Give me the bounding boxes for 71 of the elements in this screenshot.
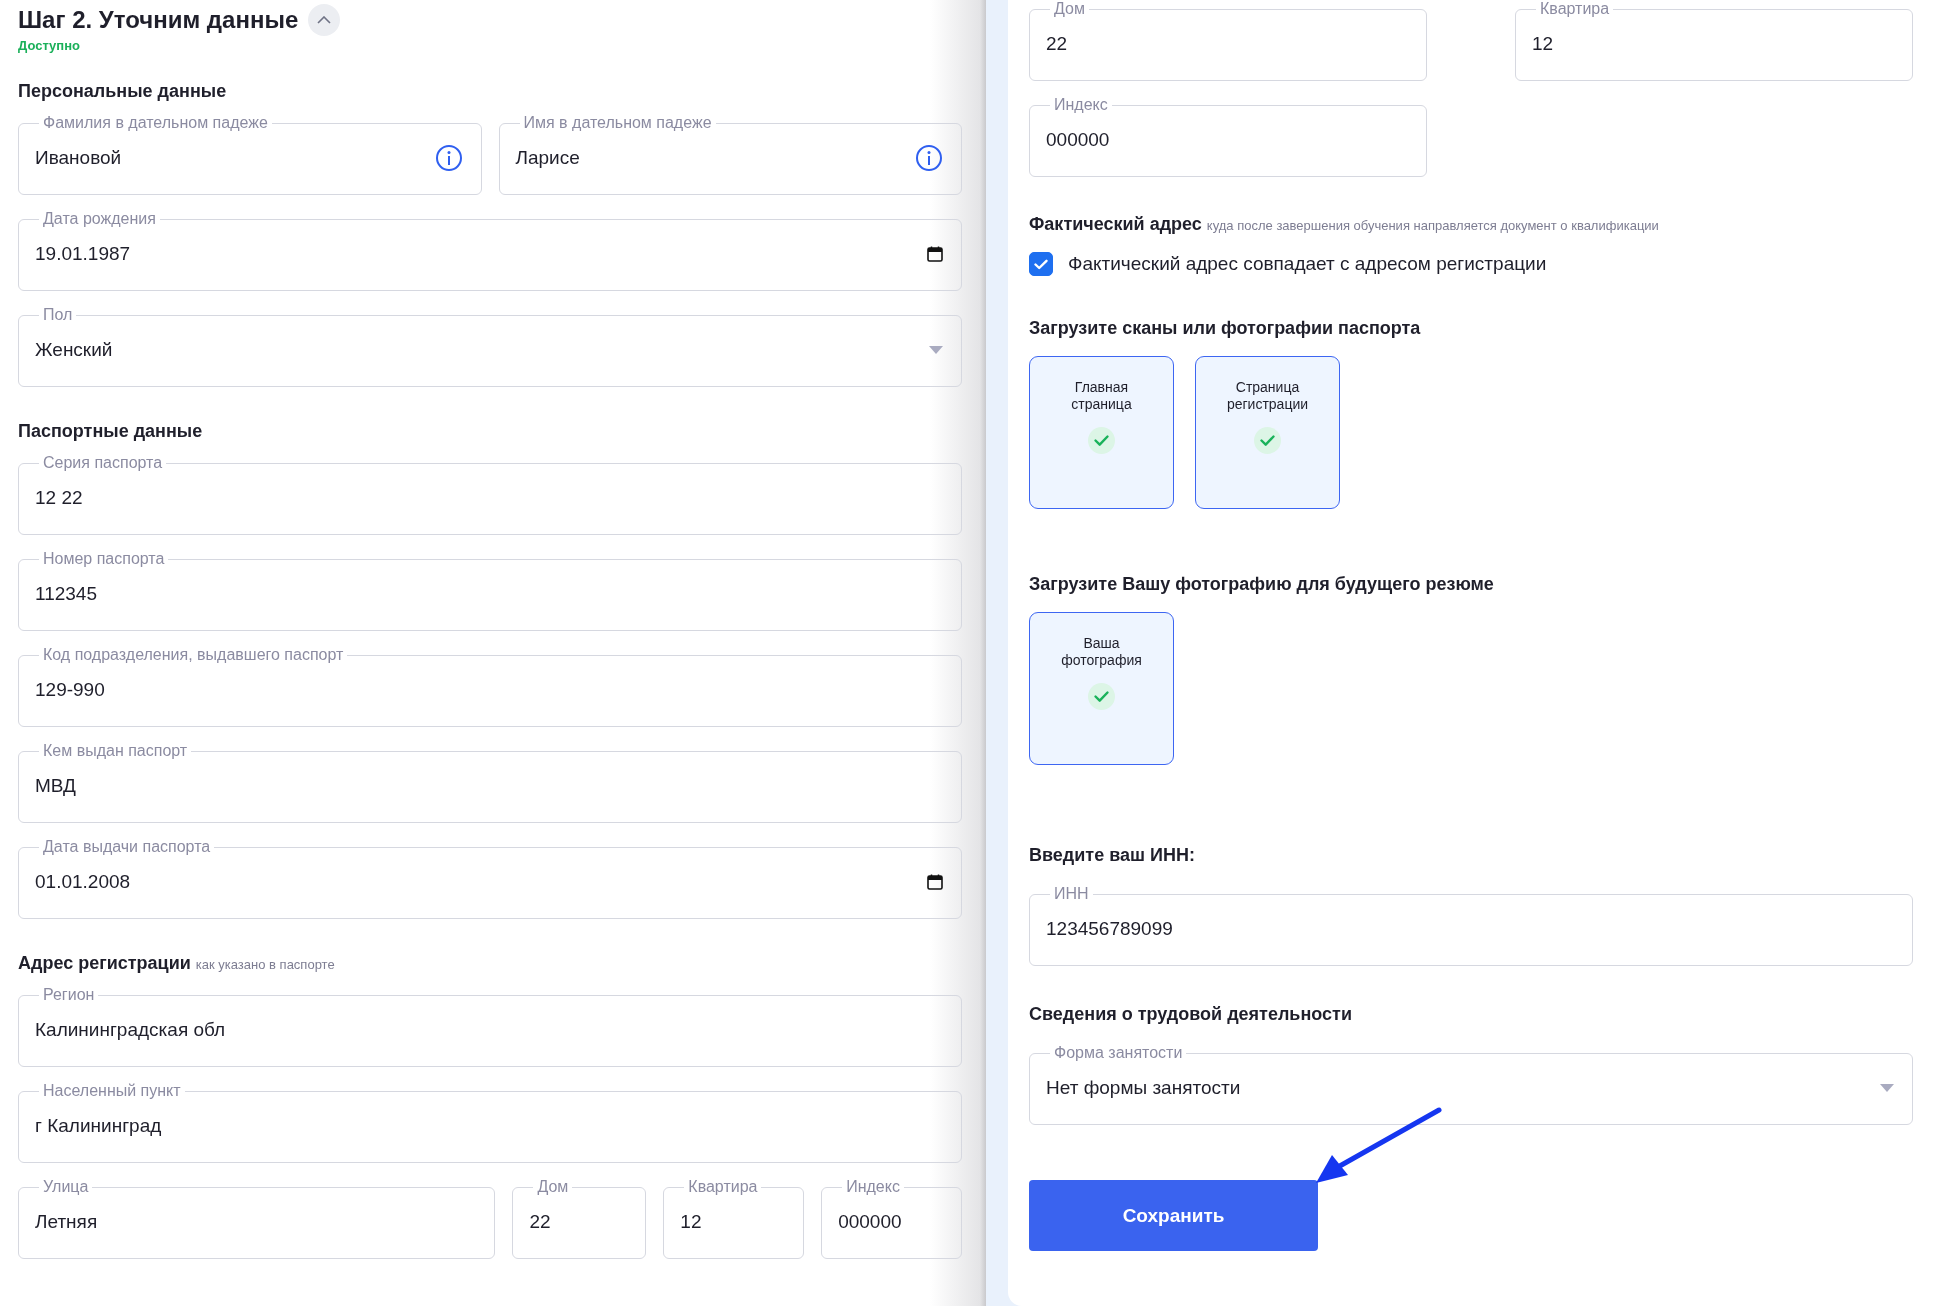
- field-label: Фамилия в дательном падеже: [42, 114, 269, 132]
- checkbox-label[interactable]: Фактический адрес совпадает с адресом регистрации: [1068, 253, 1547, 275]
- input-field[interactable]: Индекс 000000: [821, 1178, 962, 1259]
- field-label: Форма занятости: [1053, 1044, 1184, 1062]
- select-field[interactable]: Форма занятости Нет формы занятости: [1029, 1044, 1913, 1125]
- info-icon[interactable]: [434, 144, 463, 172]
- input-field[interactable]: Квартира 12: [663, 1178, 805, 1259]
- field-label: Дом: [1053, 0, 1086, 18]
- input-field[interactable]: Улица Летняя: [18, 1178, 496, 1259]
- section-heading: Паспортные данные: [18, 421, 203, 442]
- input-field[interactable]: Индекс 000000: [1029, 96, 1427, 177]
- upload-card[interactable]: Страница регистрации: [1195, 356, 1340, 509]
- field-label: Номер паспорта: [42, 550, 166, 568]
- date-field[interactable]: Дата выдачи паспорта 01.01.2008: [18, 838, 962, 919]
- input-field[interactable]: Код подразделения, выдавшего паспорт 129-990: [18, 646, 962, 727]
- check-icon: [1088, 427, 1115, 454]
- section-heading: Сведения о трудовой деятельности: [1029, 1004, 1353, 1025]
- checkmark-icon: [1034, 258, 1048, 270]
- field-label: Дата рождения: [42, 210, 157, 228]
- section-note: как указано в паспорте: [195, 957, 335, 972]
- field-label: Индекс: [845, 1178, 901, 1196]
- input-field[interactable]: Дом 22: [512, 1178, 647, 1259]
- info-icon[interactable]: [915, 144, 943, 172]
- field-label: Серия паспорта: [42, 454, 164, 472]
- field-label: Пол: [42, 306, 74, 324]
- select-field[interactable]: Пол Женский: [18, 306, 962, 387]
- field-label: ИНН: [1053, 885, 1090, 903]
- section-heading: Введите ваш ИНН:: [1029, 845, 1196, 866]
- input-field[interactable]: Дом 22: [1029, 0, 1427, 81]
- field-label: Индекс: [1053, 96, 1109, 114]
- field-label: Кем выдан паспорт: [42, 742, 189, 760]
- calendar-icon[interactable]: [927, 246, 943, 262]
- field-label: Населенный пункт: [42, 1082, 182, 1100]
- field-label: Квартира: [687, 1178, 759, 1196]
- field-label: Дом: [536, 1178, 570, 1196]
- checkbox[interactable]: [1029, 252, 1053, 276]
- collapse-button[interactable]: [308, 4, 341, 36]
- check-icon: [1088, 683, 1115, 710]
- field-label: Регион: [42, 986, 96, 1004]
- input-field[interactable]: ИНН 123456789099: [1029, 885, 1913, 966]
- date-field[interactable]: Дата рождения 19.01.1987: [18, 210, 962, 291]
- upload-label: Страница регистрации: [1225, 379, 1310, 413]
- input-field[interactable]: Номер паспорта 112345: [18, 550, 962, 631]
- step-status: Доступно: [18, 38, 81, 53]
- section-heading: Фактический адрес: [1029, 214, 1202, 235]
- section-heading: Загрузите сканы или фотографии паспорта: [1029, 318, 1422, 339]
- section-heading: Адрес регистрации: [18, 953, 191, 974]
- input-field[interactable]: Имя в дательном падеже Ларисе: [498, 114, 962, 195]
- field-label: Улица: [42, 1178, 90, 1196]
- input-field[interactable]: Кем выдан паспорт МВД: [18, 742, 962, 823]
- field-label: Дата выдачи паспорта: [42, 838, 212, 856]
- check-icon: [1254, 427, 1281, 454]
- save-button[interactable]: Сохранить: [1029, 1180, 1318, 1251]
- field-label: Квартира: [1539, 0, 1611, 18]
- input-field[interactable]: Фамилия в дательном падеже Ивановой: [18, 114, 482, 195]
- upload-label: Ваша фотография: [1060, 635, 1143, 669]
- input-field[interactable]: Квартира 12: [1515, 0, 1913, 81]
- input-field[interactable]: Регион Калининградская обл: [18, 986, 962, 1067]
- upload-label: Главная страница: [1070, 379, 1133, 413]
- upload-card[interactable]: Ваша фотография: [1029, 612, 1174, 765]
- field-label: Код подразделения, выдавшего паспорт: [42, 646, 345, 664]
- chevron-up-icon[interactable]: [317, 16, 332, 24]
- section-heading: Персональные данные: [18, 81, 227, 102]
- section-heading: Загрузите Вашу фотографию для будущего резюме: [1029, 574, 1495, 595]
- field-label: Имя в дательном падеже: [522, 114, 713, 132]
- input-field[interactable]: Населенный пункт г Калининград: [18, 1082, 962, 1163]
- calendar-icon[interactable]: [927, 874, 943, 890]
- input-field[interactable]: Серия паспорта 12 22: [18, 454, 962, 535]
- upload-card[interactable]: Главная страница: [1029, 356, 1174, 509]
- section-note: куда после завершения обучения направляется документ о квалификации: [1206, 218, 1659, 233]
- step-title: Шаг 2. Уточним данные: [18, 6, 299, 34]
